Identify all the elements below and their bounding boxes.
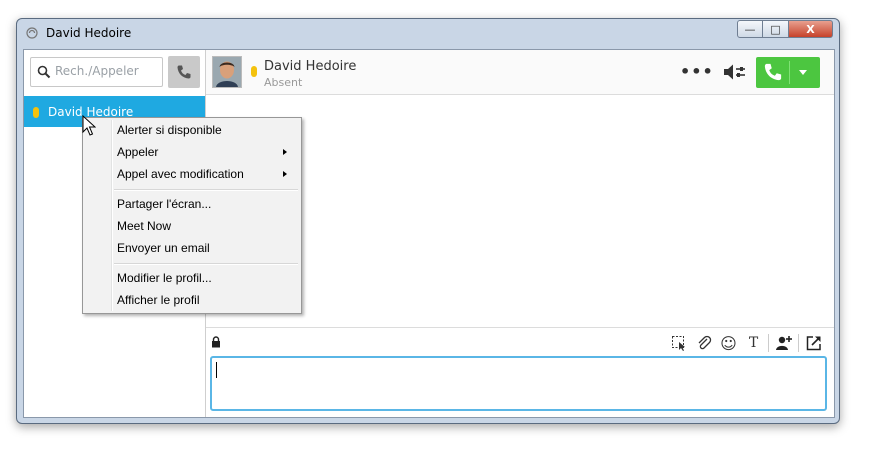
menu-item-label: Alerter si disponible <box>117 123 222 137</box>
minimize-icon: — <box>744 22 756 36</box>
contact-status-text: Absent <box>264 76 303 89</box>
toolbar-divider <box>768 334 769 352</box>
toolbar-actions: ☺ T <box>666 333 826 353</box>
emoji-icon: ☺ <box>720 333 737 353</box>
more-options-icon[interactable]: ••• <box>680 62 714 81</box>
menu-item-send-email[interactable]: Envoyer un email <box>117 237 295 259</box>
close-icon: X <box>806 22 815 36</box>
menu-item-label: Partager l'écran... <box>117 197 212 211</box>
toolbar-divider <box>798 334 799 352</box>
emoji-button[interactable]: ☺ <box>716 333 741 353</box>
screenshot-button[interactable] <box>666 333 691 353</box>
text-format-button[interactable]: T <box>741 333 766 353</box>
menu-gutter <box>111 120 113 311</box>
add-contact-icon <box>775 336 792 350</box>
search-box[interactable] <box>30 57 163 87</box>
mouse-pointer-icon <box>82 115 96 136</box>
conversation-header: David Hedoire Absent ••• <box>206 50 834 95</box>
menu-item-label: Meet Now <box>117 219 172 233</box>
dial-button[interactable] <box>168 56 200 88</box>
call-button[interactable] <box>756 57 820 88</box>
menu-separator <box>114 189 298 191</box>
screenshot-icon <box>671 336 685 351</box>
call-button-divider <box>789 61 790 84</box>
menu-item-label: Envoyer un email <box>117 241 210 255</box>
contact-context-menu: Alerter si disponible Appeler Appel avec… <box>82 117 302 314</box>
maximize-button[interactable]: □ <box>763 20 789 38</box>
speaker-volume-icon[interactable] <box>723 63 747 81</box>
presence-away-icon <box>33 107 39 118</box>
title-bar: David Hedoire — □ X <box>17 19 839 47</box>
menu-item-call[interactable]: Appeler <box>117 141 295 163</box>
popout-icon <box>806 336 821 351</box>
avatar[interactable] <box>212 56 242 88</box>
menu-item-call-with-modification[interactable]: Appel avec modification <box>117 163 295 185</box>
menu-item-label: Appel avec modification <box>117 167 244 181</box>
presence-away-icon <box>251 66 257 77</box>
menu-item-share-screen[interactable]: Partager l'écran... <box>117 193 295 215</box>
minimize-button[interactable]: — <box>737 20 763 38</box>
submenu-arrow-icon <box>283 171 287 177</box>
message-input[interactable] <box>210 356 827 411</box>
lock-icon <box>212 336 220 348</box>
chevron-down-icon[interactable] <box>799 70 807 75</box>
menu-separator <box>114 263 298 265</box>
menu-item-label: Appeler <box>117 145 159 159</box>
add-participant-button[interactable] <box>771 333 796 353</box>
attach-icon <box>698 335 711 350</box>
window-title: David Hedoire <box>46 26 132 40</box>
popout-button[interactable] <box>801 333 826 353</box>
phone-icon <box>764 63 782 81</box>
menu-item-label: Modifier le profil... <box>117 271 212 285</box>
window-controls: — □ X <box>737 20 833 40</box>
message-toolbar: ☺ T <box>206 327 834 356</box>
search-input[interactable] <box>53 63 161 79</box>
phone-icon <box>177 65 191 79</box>
attach-button[interactable] <box>691 333 716 353</box>
menu-item-alert-when-available[interactable]: Alerter si disponible <box>117 119 295 141</box>
maximize-icon: □ <box>770 22 781 36</box>
app-logo-icon <box>26 27 38 39</box>
text-format-icon: T <box>748 335 759 351</box>
menu-item-view-profile[interactable]: Afficher le profil <box>117 289 295 311</box>
contact-display-name: David Hedoire <box>264 59 357 74</box>
menu-item-label: Afficher le profil <box>117 293 200 307</box>
menu-item-edit-profile[interactable]: Modifier le profil... <box>117 267 295 289</box>
menu-item-meet-now[interactable]: Meet Now <box>117 215 295 237</box>
search-icon <box>37 65 51 79</box>
text-caret <box>216 362 217 378</box>
close-button[interactable]: X <box>789 20 833 38</box>
submenu-arrow-icon <box>283 149 287 155</box>
avatar-photo <box>213 57 241 87</box>
